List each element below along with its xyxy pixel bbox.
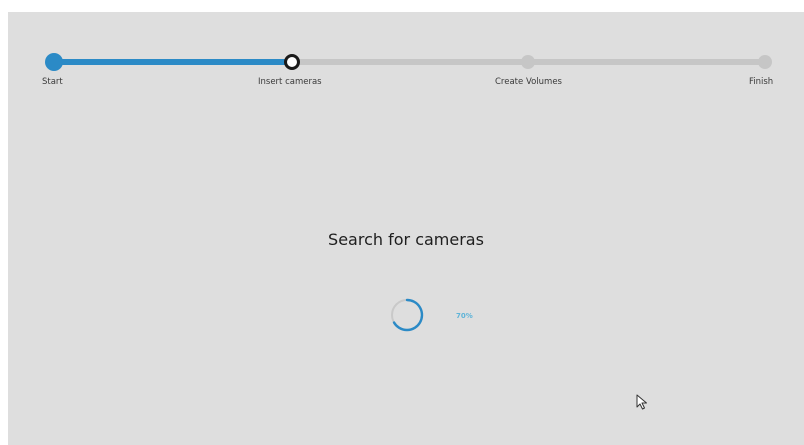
loading-spinner-icon bbox=[391, 298, 424, 332]
step-label-start: Start bbox=[42, 77, 63, 87]
step-label-insert-cameras: Insert cameras bbox=[258, 77, 322, 87]
wizard-stepper: Start Insert cameras Create Volumes Fini… bbox=[8, 12, 804, 102]
mouse-pointer-icon bbox=[636, 394, 647, 410]
search-progress-percent: 70% bbox=[456, 312, 473, 320]
wizard-progress-track bbox=[54, 59, 765, 65]
step-dot-insert-cameras bbox=[284, 54, 300, 70]
step-label-finish: Finish bbox=[749, 77, 774, 87]
step-label-create-volumes: Create Volumes bbox=[495, 77, 562, 87]
step-dot-create-volumes bbox=[521, 55, 535, 69]
step-dot-finish bbox=[758, 55, 772, 69]
wizard-progress-fill bbox=[54, 59, 294, 65]
search-title: Search for cameras bbox=[328, 230, 484, 249]
setup-wizard-screen: Start Insert cameras Create Volumes Fini… bbox=[8, 12, 804, 445]
step-dot-start bbox=[45, 53, 63, 71]
